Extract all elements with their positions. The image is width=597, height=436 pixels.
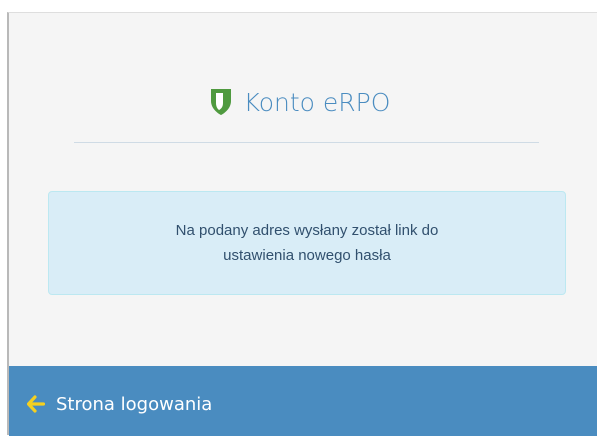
alert-message: Na podany adres wysłany został link do u… bbox=[175, 222, 439, 264]
shield-icon bbox=[210, 88, 232, 116]
back-to-login-link[interactable]: Strona logowania bbox=[27, 394, 212, 415]
back-link-label: Strona logowania bbox=[56, 393, 213, 415]
page-title: Konto eRPO bbox=[243, 87, 391, 117]
info-alert: Na podany adres wysłany został link do u… bbox=[48, 191, 566, 295]
panel-footer: Strona logowania bbox=[9, 366, 597, 436]
arrow-left-icon bbox=[27, 395, 45, 413]
login-panel: Konto eRPO Na podany adres wysłany zosta… bbox=[7, 12, 597, 436]
page-header: Konto eRPO bbox=[9, 81, 597, 123]
header-divider bbox=[74, 142, 539, 143]
